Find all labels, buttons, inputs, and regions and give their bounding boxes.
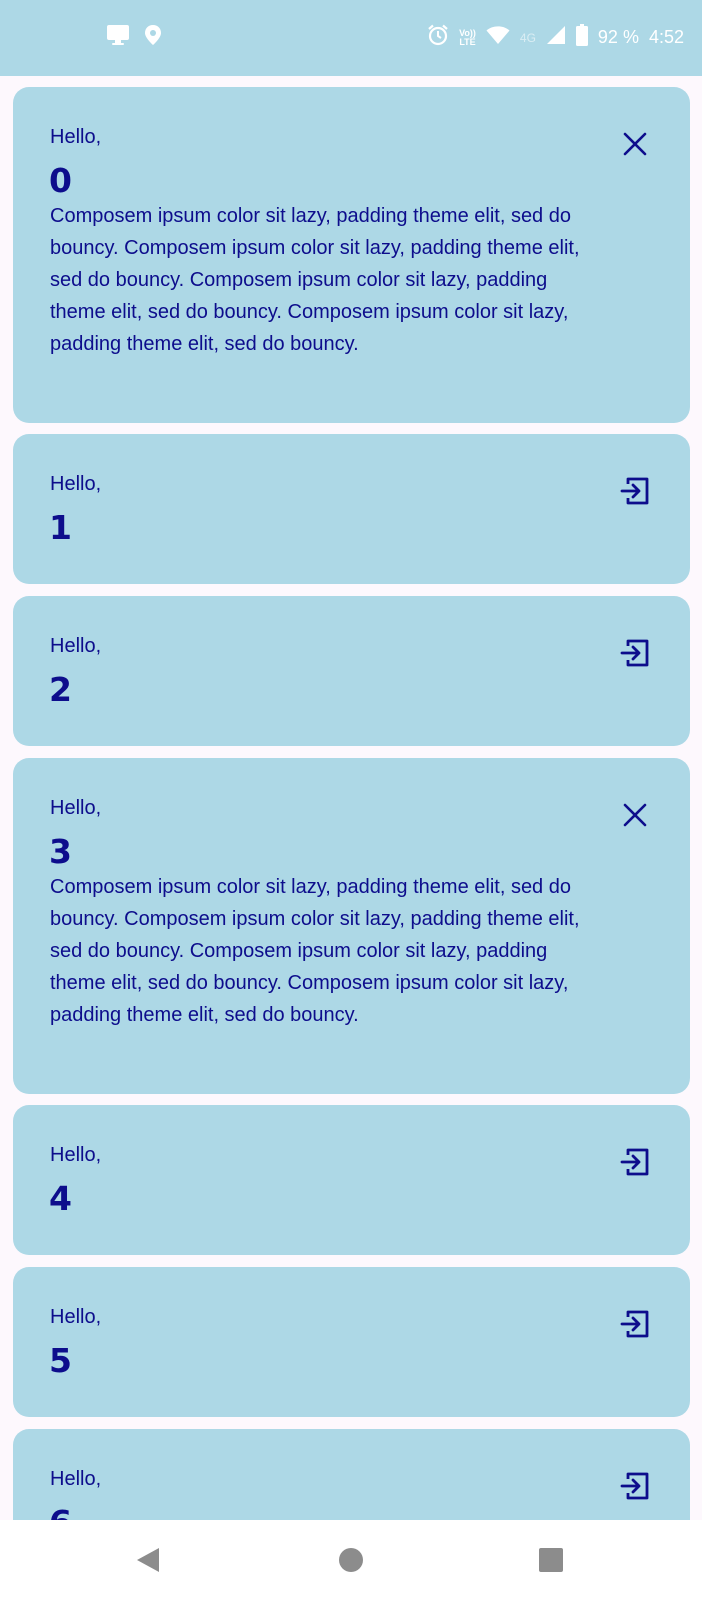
expand-icon <box>620 1310 649 1338</box>
card-greeting: Hello, <box>50 1306 102 1328</box>
card-5[interactable]: Hello, 5 <box>13 1267 690 1417</box>
card-3[interactable]: Hello, 3 Composem ipsum color sit lazy, … <box>13 758 690 1094</box>
card-number: 6 <box>49 1503 72 1520</box>
card-body-text: Composem ipsum color sit lazy, padding t… <box>50 876 580 1026</box>
card-number: 1 <box>49 508 72 547</box>
card-0[interactable]: Hello, 0 Composem ipsum color sit lazy, … <box>13 87 690 423</box>
card-greeting: Hello, <box>50 126 102 148</box>
close-button[interactable] <box>618 798 652 832</box>
card-greeting: Hello, <box>50 797 102 819</box>
location-pin-icon <box>144 24 162 50</box>
clock: 4:52 <box>648 27 684 47</box>
card-body-text: Composem ipsum color sit lazy, padding t… <box>50 205 580 355</box>
card-list[interactable]: Hello, 0 Composem ipsum color sit lazy, … <box>0 76 702 1520</box>
status-right-icons: Vo)) LTE 4G 92 % 4:52 <box>427 24 684 51</box>
lte-label: LTE <box>459 36 476 47</box>
navigation-bar <box>0 1520 702 1600</box>
back-button[interactable] <box>128 1540 168 1580</box>
card-greeting: Hello, <box>50 473 102 495</box>
network-type: 4G <box>519 30 536 45</box>
card-greeting: Hello, <box>50 635 102 657</box>
card-4[interactable]: Hello, 4 <box>13 1105 690 1255</box>
expand-icon <box>620 477 649 505</box>
expand-icon <box>620 639 649 667</box>
home-button[interactable] <box>331 1540 371 1580</box>
card-1[interactable]: Hello, 1 <box>13 434 690 584</box>
expand-button[interactable] <box>618 1307 652 1341</box>
expand-icon <box>620 1472 649 1500</box>
card-greeting: Hello, <box>50 1144 102 1166</box>
recents-icon <box>539 1548 563 1572</box>
expand-button[interactable] <box>618 1469 652 1503</box>
card-number: 2 <box>49 670 72 709</box>
card-number: 0 <box>49 161 72 200</box>
alarm-icon <box>427 24 449 51</box>
card-2[interactable]: Hello, 2 <box>13 596 690 746</box>
card-number: 3 <box>49 832 72 871</box>
wifi-icon <box>486 25 510 50</box>
status-bar: Vo)) LTE 4G 92 % 4:52 <box>0 0 702 76</box>
close-icon <box>623 803 647 827</box>
card-greeting: Hello, <box>50 1468 102 1490</box>
expand-icon <box>620 1148 649 1176</box>
recents-button[interactable] <box>531 1540 571 1580</box>
expand-button[interactable] <box>618 1145 652 1179</box>
monitor-icon <box>106 24 130 50</box>
home-icon <box>339 1548 363 1572</box>
expand-button[interactable] <box>618 474 652 508</box>
expand-button[interactable] <box>618 636 652 670</box>
card-number: 5 <box>49 1341 72 1380</box>
volte-indicator: Vo)) LTE <box>459 28 476 47</box>
status-left-icons <box>106 24 162 50</box>
card-number: 4 <box>49 1179 72 1218</box>
card-6[interactable]: Hello, 6 <box>13 1429 690 1520</box>
close-button[interactable] <box>618 127 652 161</box>
battery-icon <box>575 24 588 51</box>
back-icon <box>137 1548 159 1572</box>
close-icon <box>623 132 647 156</box>
battery-percent: 92 % <box>597 27 639 47</box>
signal-icon <box>546 25 566 50</box>
